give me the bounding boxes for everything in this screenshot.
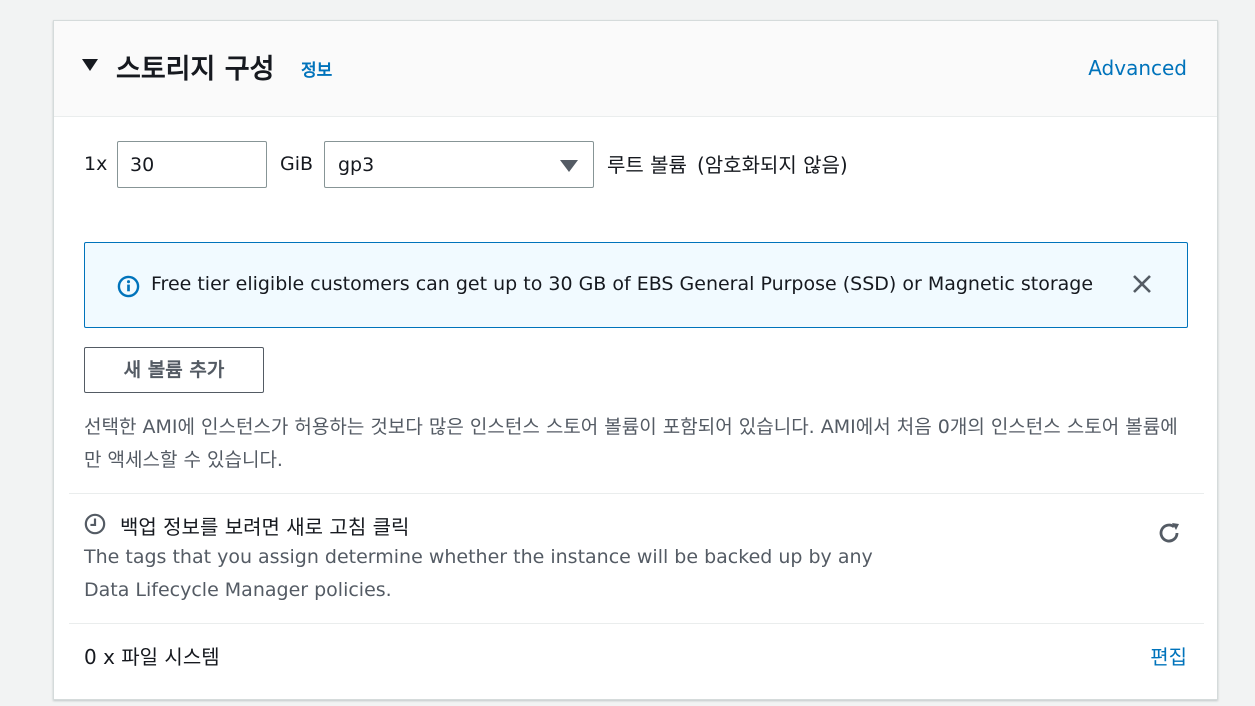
root-volume-text: 루트 볼륨 xyxy=(607,153,687,177)
alert-message: Free tier eligible customers can get up … xyxy=(151,273,1094,295)
add-volume-button[interactable]: 새 볼륨 추가 xyxy=(84,347,264,393)
free-tier-alert: Free tier eligible customers can get up … xyxy=(84,242,1188,328)
volume-unit-label: GiB xyxy=(280,153,314,175)
close-icon[interactable] xyxy=(1127,269,1157,299)
info-icon xyxy=(117,275,140,298)
divider xyxy=(69,493,1204,494)
edit-file-systems-link[interactable]: 편집 xyxy=(1150,641,1187,670)
encryption-status: (암호화되지 않음) xyxy=(696,153,848,177)
collapse-caret-icon[interactable] xyxy=(82,59,98,71)
instance-store-note: 선택한 AMI에 인스턴스가 허용하는 것보다 많은 인스턴스 스토어 볼륨이 … xyxy=(84,416,1178,471)
info-link[interactable]: 정보 xyxy=(301,56,332,81)
panel-header: 스토리지 구성 정보 Advanced xyxy=(54,21,1217,117)
volume-type-value: gp3 xyxy=(338,154,375,176)
root-volume-label: 루트 볼륨 (암호화되지 않음) xyxy=(607,149,848,178)
refresh-icon[interactable] xyxy=(1155,519,1183,547)
backup-description: The tags that you assign determine wheth… xyxy=(84,546,873,601)
divider xyxy=(69,623,1204,624)
chevron-down-icon xyxy=(560,160,578,172)
root-volume-row: 1x GiB gp3 루트 볼륨 (암호화되지 않음) xyxy=(84,141,984,189)
storage-config-panel: 스토리지 구성 정보 Advanced 1x GiB gp3 루트 볼륨 (암호화… xyxy=(53,20,1218,700)
clock-icon xyxy=(84,513,106,535)
backup-title: 백업 정보를 보려면 새로 고침 클릭 xyxy=(120,515,410,539)
volume-size-input[interactable] xyxy=(117,141,267,188)
volume-type-select[interactable]: gp3 xyxy=(324,141,594,188)
section-title: 스토리지 구성 xyxy=(116,54,275,85)
file-systems-label: 0 x 파일 시스템 xyxy=(84,645,220,669)
volume-count-label: 1x xyxy=(84,153,108,175)
advanced-link[interactable]: Advanced xyxy=(1088,56,1187,80)
